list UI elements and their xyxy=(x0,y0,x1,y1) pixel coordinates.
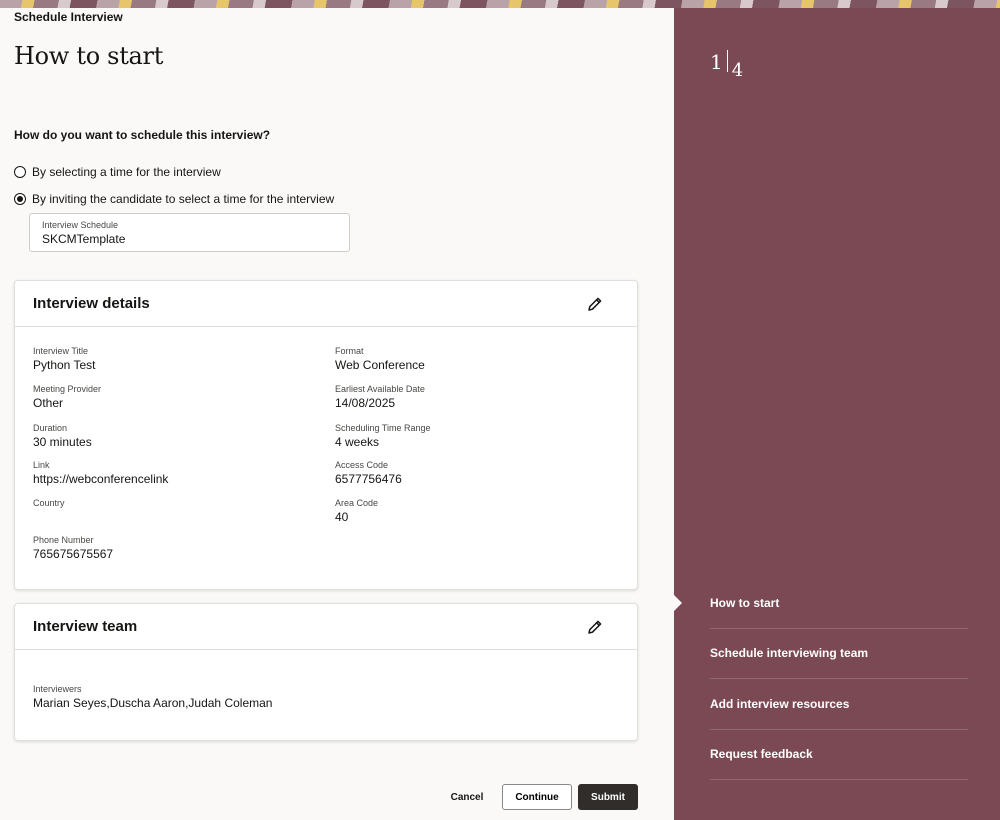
time-range-field: Scheduling Time Range 4 weeks xyxy=(335,423,431,449)
pencil-icon xyxy=(588,297,602,311)
field-value: Other xyxy=(33,396,64,410)
field-value: Marian Seyes,Duscha Aaron,Judah Coleman xyxy=(33,696,273,710)
field-label: Access Code xyxy=(335,460,389,470)
edit-team-button[interactable] xyxy=(585,617,605,637)
field-label: Earliest Available Date xyxy=(335,384,425,394)
field-label: Interviewers xyxy=(33,684,82,694)
radio-button-unchecked[interactable] xyxy=(14,166,26,178)
continue-button[interactable]: Continue xyxy=(502,784,572,810)
interview-title-field: Interview Title Python Test xyxy=(33,346,95,372)
radio-label: By selecting a time for the interview xyxy=(32,165,221,179)
duration-field: Duration 30 minutes xyxy=(33,423,92,449)
step-request-feedback[interactable]: Request feedback xyxy=(710,730,968,780)
phone-number-field: Phone Number 765675675567 xyxy=(33,535,113,561)
field-value: 30 minutes xyxy=(33,435,92,449)
field-label: Duration xyxy=(33,423,68,433)
schedule-method-question: How do you want to schedule this intervi… xyxy=(14,128,271,142)
interview-details-card: Interview details Interview Title Python… xyxy=(14,280,638,590)
step-how-to-start[interactable]: How to start xyxy=(710,578,968,629)
cancel-button[interactable]: Cancel xyxy=(446,784,488,810)
area-code-field: Area Code 40 xyxy=(335,498,378,524)
step-divider xyxy=(726,50,728,72)
field-label: Interview Title xyxy=(33,346,89,356)
meeting-provider-field: Meeting Provider Other xyxy=(33,384,101,410)
field-value: https://webconferencelink xyxy=(33,472,169,486)
field-label: Link xyxy=(33,460,50,470)
earliest-date-field: Earliest Available Date 14/08/2025 xyxy=(335,384,425,410)
main-content: Schedule Interview How to start How do y… xyxy=(0,8,674,820)
field-value: 40 xyxy=(335,510,349,524)
field-value: SKCMTemplate xyxy=(42,232,126,246)
interview-schedule-field[interactable]: Interview Schedule SKCMTemplate xyxy=(29,213,350,252)
access-code-field: Access Code 6577756476 xyxy=(335,460,402,486)
field-label: Format xyxy=(335,346,364,356)
radio-invite-candidate[interactable]: By inviting the candidate to select a ti… xyxy=(14,192,334,206)
radio-label: By inviting the candidate to select a ti… xyxy=(32,192,335,206)
field-value: Python Test xyxy=(33,358,96,372)
card-header: Interview details xyxy=(15,281,637,327)
breadcrumb: Schedule Interview xyxy=(14,10,123,24)
step-add-resources[interactable]: Add interview resources xyxy=(710,679,968,730)
step-schedule-team[interactable]: Schedule interviewing team xyxy=(710,629,968,679)
field-value: 14/08/2025 xyxy=(335,396,396,410)
pencil-icon xyxy=(588,620,602,634)
card-title: Interview team xyxy=(33,618,138,635)
field-value: Web Conference xyxy=(335,358,425,372)
field-label: Country xyxy=(33,498,65,508)
field-value: 765675675567 xyxy=(33,547,114,561)
edit-details-button[interactable] xyxy=(585,294,605,314)
step-list: How to start Schedule interviewing team … xyxy=(710,578,968,780)
interviewers-field: Interviewers Marian Seyes,Duscha Aaron,J… xyxy=(33,684,272,710)
decorative-banner xyxy=(0,0,1000,8)
field-label: Interview Schedule xyxy=(42,220,119,230)
field-value: 4 weeks xyxy=(335,435,380,449)
format-field: Format Web Conference xyxy=(335,346,425,372)
current-step: 1 xyxy=(710,50,723,74)
page-title: How to start xyxy=(14,42,164,70)
field-label: Phone Number xyxy=(33,535,94,545)
interview-team-card: Interview team Interviewers Marian Seyes… xyxy=(14,603,638,741)
country-field: Country xyxy=(33,498,65,510)
card-title: Interview details xyxy=(33,295,150,312)
link-field: Link https://webconferencelink xyxy=(33,460,168,486)
radio-button-checked[interactable] xyxy=(14,193,26,205)
step-counter: 1 4 xyxy=(710,50,743,81)
total-steps: 4 xyxy=(731,60,744,81)
step-panel: 1 4 How to start Schedule interviewing t… xyxy=(674,8,1000,820)
card-header: Interview team xyxy=(15,604,637,650)
field-label: Scheduling Time Range xyxy=(335,423,431,433)
submit-button[interactable]: Submit xyxy=(578,784,638,810)
field-value: 6577756476 xyxy=(335,472,402,486)
radio-select-time[interactable]: By selecting a time for the interview xyxy=(14,165,221,179)
current-step-pointer-icon xyxy=(674,595,682,611)
field-label: Area Code xyxy=(335,498,379,508)
field-label: Meeting Provider xyxy=(33,384,102,394)
